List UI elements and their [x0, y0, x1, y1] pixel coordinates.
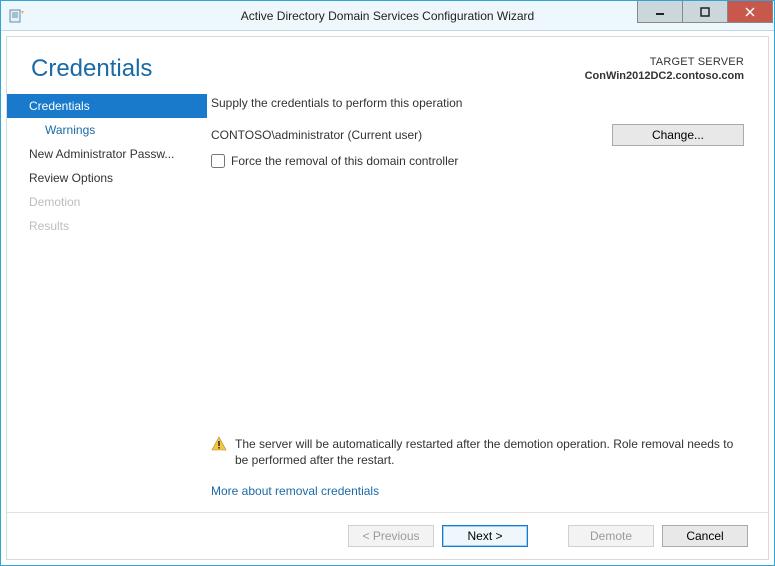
sidebar-item-warnings[interactable]: Warnings	[7, 118, 207, 142]
body-row: Credentials Warnings New Administrator P…	[7, 94, 768, 512]
header-row: Credentials TARGET SERVER ConWin2012DC2.…	[7, 37, 768, 94]
minimize-button[interactable]	[637, 1, 683, 23]
titlebar: Active Directory Domain Services Configu…	[1, 1, 774, 31]
more-about-link[interactable]: More about removal credentials	[211, 484, 744, 498]
app-icon	[9, 8, 25, 24]
instruction-text: Supply the credentials to perform this o…	[211, 96, 744, 110]
warning-icon	[211, 436, 227, 456]
close-icon	[745, 7, 755, 17]
sidebar-item-results: Results	[7, 214, 207, 238]
maximize-icon	[700, 7, 710, 17]
force-removal-label[interactable]: Force the removal of this domain control…	[231, 154, 458, 168]
force-removal-row: Force the removal of this domain control…	[211, 154, 744, 168]
page-heading: Credentials	[31, 55, 152, 83]
maximize-button[interactable]	[682, 1, 728, 23]
target-server-block: TARGET SERVER ConWin2012DC2.contoso.com	[585, 55, 744, 84]
wizard-window: Active Directory Domain Services Configu…	[0, 0, 775, 566]
client-area: Credentials TARGET SERVER ConWin2012DC2.…	[6, 36, 769, 560]
close-button[interactable]	[727, 1, 773, 23]
demote-button: Demote	[568, 525, 654, 547]
footer-gap	[536, 525, 560, 547]
target-server-label: TARGET SERVER	[585, 55, 744, 69]
window-controls	[637, 1, 774, 30]
sidebar-item-credentials[interactable]: Credentials	[7, 94, 207, 118]
cancel-button[interactable]: Cancel	[662, 525, 748, 547]
change-button[interactable]: Change...	[612, 124, 744, 146]
sidebar-item-demotion: Demotion	[7, 190, 207, 214]
sidebar: Credentials Warnings New Administrator P…	[7, 94, 207, 512]
minimize-icon	[655, 7, 665, 17]
sidebar-item-review-options[interactable]: Review Options	[7, 166, 207, 190]
credentials-row: CONTOSO\administrator (Current user) Cha…	[211, 124, 744, 146]
warning-row: The server will be automatically restart…	[211, 436, 744, 468]
sidebar-item-new-admin-password[interactable]: New Administrator Passw...	[7, 142, 207, 166]
main-pane: Supply the credentials to perform this o…	[207, 94, 768, 512]
main-spacer	[211, 168, 744, 436]
target-server-name: ConWin2012DC2.contoso.com	[585, 69, 744, 83]
current-user-label: CONTOSO\administrator (Current user)	[211, 128, 422, 142]
warning-text: The server will be automatically restart…	[235, 436, 744, 468]
next-button[interactable]: Next >	[442, 525, 528, 547]
footer: < Previous Next > Demote Cancel	[7, 512, 768, 559]
force-removal-checkbox[interactable]	[211, 154, 225, 168]
previous-button: < Previous	[348, 525, 434, 547]
